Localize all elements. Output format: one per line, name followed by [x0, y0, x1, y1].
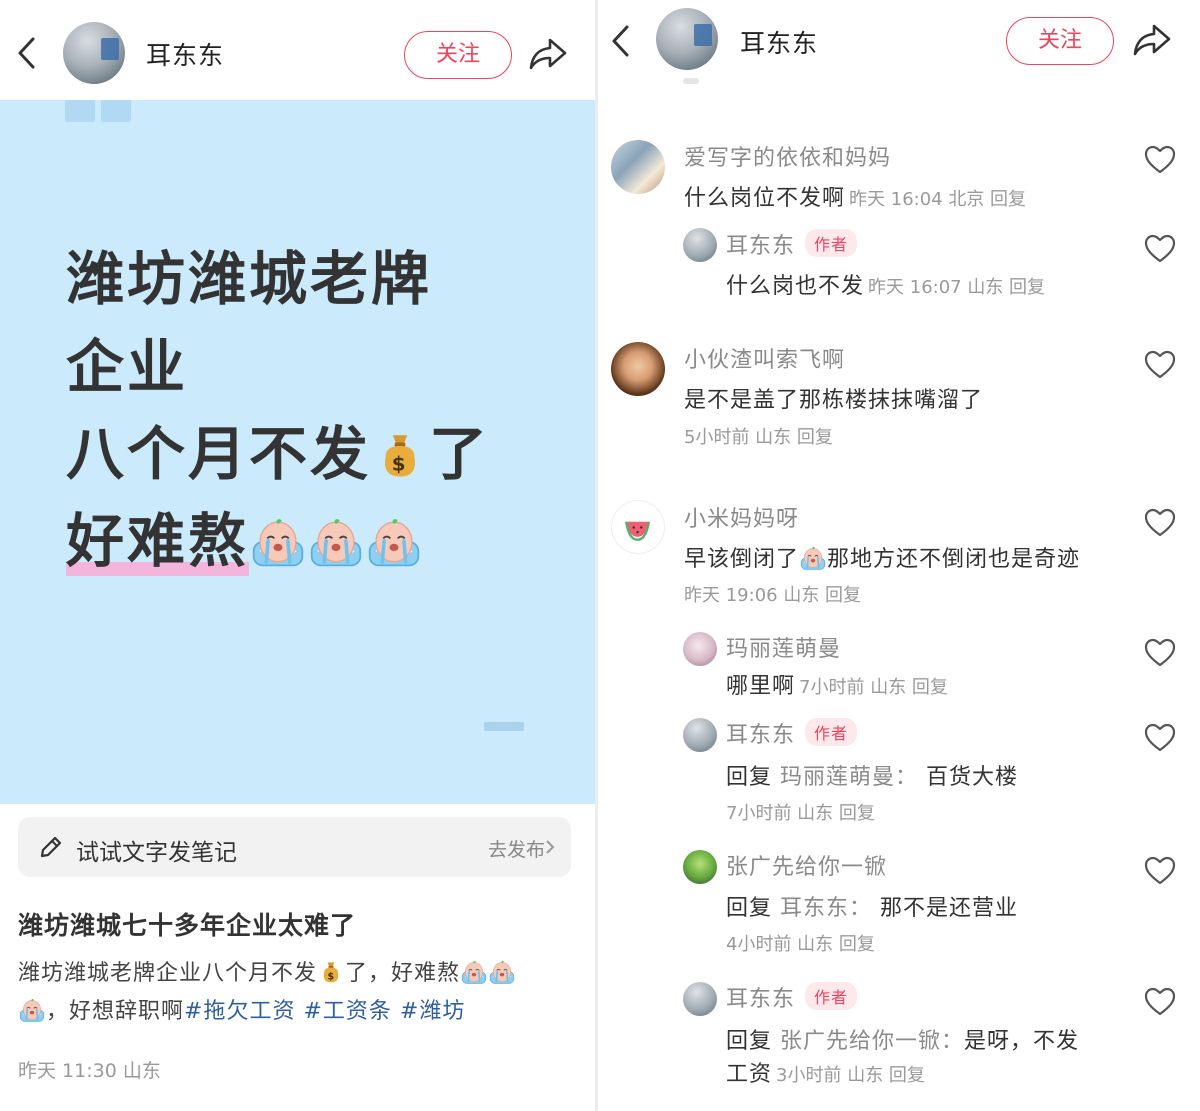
screenshot-canvas: 耳东东 关注 潍坊潍城老牌 企业 八个月不发了 好难熬 试试文字发笔记 去发布	[0, 0, 1200, 1111]
cover-text-line: 八个月不发了	[66, 407, 490, 491]
watermelon-icon	[625, 521, 650, 541]
commenter-name[interactable]: 爱写字的依依和妈妈	[684, 140, 891, 172]
commenter-avatar[interactable]	[611, 140, 665, 194]
like-heart-icon[interactable]	[1144, 987, 1176, 1017]
post-body: 潍坊潍城老牌企业八个月不发 了，好难熬 ，好想辞职啊#拖欠工资 #工资条 #潍坊	[18, 955, 578, 1031]
crying-face-icon	[19, 997, 45, 1023]
author-name[interactable]: 耳东东	[740, 24, 818, 60]
cover-text: 了	[429, 420, 491, 488]
like-heart-icon[interactable]	[1144, 723, 1176, 753]
note-cover-image[interactable]: 潍坊潍城老牌 企业 八个月不发了 好难熬	[0, 100, 595, 804]
note-header: 耳东东 关注	[0, 0, 595, 100]
commenter-name[interactable]: 玛丽莲萌曼	[726, 631, 841, 663]
cover-tab-mark	[65, 100, 95, 122]
commenter-avatar[interactable]	[683, 228, 717, 262]
like-heart-icon[interactable]	[1144, 508, 1176, 538]
commenter-name[interactable]: 小伙渣叫索飞啊	[684, 342, 845, 374]
commenter-name[interactable]: 耳东东 作者	[726, 717, 858, 749]
commenter-name[interactable]: 小米妈妈呀	[684, 501, 799, 533]
like-heart-icon[interactable]	[1144, 638, 1176, 668]
like-heart-icon[interactable]	[1144, 856, 1176, 886]
back-icon[interactable]	[608, 24, 634, 58]
commenter-avatar[interactable]	[611, 500, 665, 554]
cover-dash-mark	[484, 722, 524, 731]
hashtag-link[interactable]: #潍坊	[400, 999, 465, 1024]
money-bag-icon	[318, 959, 344, 985]
crying-face-icon	[251, 515, 305, 569]
crying-face-icon	[461, 959, 487, 985]
comment-meta: 昨天 16:04 北京 回复	[849, 189, 1027, 210]
hashtag-link[interactable]: #拖欠工资	[184, 999, 295, 1024]
hashtag-link[interactable]: #工资条	[303, 999, 391, 1024]
commenter-avatar[interactable]	[683, 850, 717, 884]
crying-face-icon	[489, 959, 515, 985]
share-icon[interactable]	[528, 36, 568, 72]
comment-meta: 7小时前 山东 回复	[726, 803, 875, 824]
pencil-icon	[40, 836, 62, 858]
crying-face-icon	[800, 545, 826, 571]
commenter-name[interactable]: 张广先给你一锨	[726, 849, 887, 881]
comment-text[interactable]: 是不是盖了那栋楼抹抹嘴溜了	[684, 382, 983, 414]
chevron-right-icon	[546, 840, 555, 854]
reply-target[interactable]: 耳东东：	[780, 896, 872, 921]
post-text: 了，好难熬	[345, 961, 461, 986]
cover-text-line: 企业	[66, 333, 189, 401]
commenter-avatar[interactable]	[611, 342, 665, 396]
reply-target[interactable]: 张广先给你一锨：	[780, 1029, 964, 1054]
comment-meta: 4小时前 山东 回复	[726, 934, 875, 955]
comment-text[interactable]: 回复 耳东东： 那不是还营业	[726, 890, 1018, 922]
highlighted-text: 好难熬	[66, 494, 250, 578]
note-detail-panel: 耳东东 关注 潍坊潍城老牌 企业 八个月不发了 好难熬 试试文字发笔记 去发布	[0, 0, 595, 1111]
scroll-remnant	[683, 78, 699, 84]
money-bag-icon	[373, 428, 427, 482]
comment-text[interactable]: 哪里啊 7小时前 山东 回复	[726, 668, 948, 700]
author-avatar[interactable]	[656, 8, 718, 70]
follow-button[interactable]: 关注	[404, 31, 512, 79]
comment-text[interactable]: 早该倒闭了 那地方还不倒闭也是奇迹	[684, 541, 1080, 573]
author-badge: 作者	[805, 982, 858, 1010]
crying-face-icon	[309, 515, 363, 569]
author-badge: 作者	[805, 229, 858, 257]
commenter-name[interactable]: 耳东东 作者	[726, 981, 858, 1013]
comment-text[interactable]: 什么岗位不发啊 昨天 16:04 北京 回复	[684, 180, 1026, 212]
like-heart-icon[interactable]	[1144, 234, 1176, 264]
share-icon[interactable]	[1132, 22, 1172, 58]
post-text: 潍坊潍城老牌企业八个月不发	[18, 961, 318, 986]
comments-panel: 耳东东 关注 爱写字的依依和妈妈 什么岗位不发啊 昨天 16:04 北京 回复 耳…	[598, 0, 1200, 1111]
comment-meta: 昨天 19:06 山东 回复	[684, 585, 862, 606]
commenter-name[interactable]: 耳东东 作者	[726, 228, 858, 260]
go-publish-link[interactable]: 去发布	[488, 835, 545, 862]
post-meta: 昨天 11:30 山东	[18, 1060, 161, 1082]
like-heart-icon[interactable]	[1144, 350, 1176, 380]
reply-target[interactable]: 玛丽莲萌曼：	[780, 765, 918, 790]
author-avatar[interactable]	[63, 22, 125, 84]
comment-text[interactable]: 回复 玛丽莲萌曼： 百货大楼	[726, 759, 1018, 791]
crying-face-icon	[367, 515, 421, 569]
post-title: 潍坊潍城七十多年企业太难了	[18, 911, 357, 940]
follow-button[interactable]: 关注	[1006, 17, 1114, 65]
comment-text[interactable]: 工资 3小时前 山东 回复	[726, 1056, 925, 1088]
comment-text[interactable]: 什么岗也不发 昨天 16:07 山东 回复	[726, 268, 1045, 300]
commenter-avatar[interactable]	[683, 982, 717, 1016]
comment-meta: 3小时前 山东 回复	[776, 1065, 925, 1086]
try-text-note-label: 试试文字发笔记	[76, 840, 237, 866]
like-heart-icon[interactable]	[1144, 145, 1176, 175]
cover-text-line: 好难熬	[66, 494, 423, 578]
comments-header: 耳东东 关注	[598, 0, 1200, 100]
commenter-avatar[interactable]	[683, 632, 717, 666]
post-text: ，好想辞职啊	[46, 999, 185, 1024]
commenter-avatar[interactable]	[683, 718, 717, 752]
cover-tab-mark	[101, 100, 131, 122]
comment-meta: 5小时前 山东 回复	[684, 427, 833, 448]
cover-text-line: 潍坊潍城老牌	[66, 245, 433, 313]
author-badge: 作者	[805, 718, 858, 746]
author-name[interactable]: 耳东东	[146, 36, 224, 72]
cover-text: 八个月不发	[66, 420, 372, 488]
comment-text[interactable]: 回复 张广先给你一锨：是呀，不发	[726, 1023, 1079, 1055]
comment-meta: 7小时前 山东 回复	[799, 677, 948, 698]
comment-meta: 昨天 16:07 山东 回复	[868, 277, 1046, 298]
try-text-note-bar[interactable]: 试试文字发笔记 去发布	[18, 817, 571, 877]
back-icon[interactable]	[14, 36, 40, 70]
